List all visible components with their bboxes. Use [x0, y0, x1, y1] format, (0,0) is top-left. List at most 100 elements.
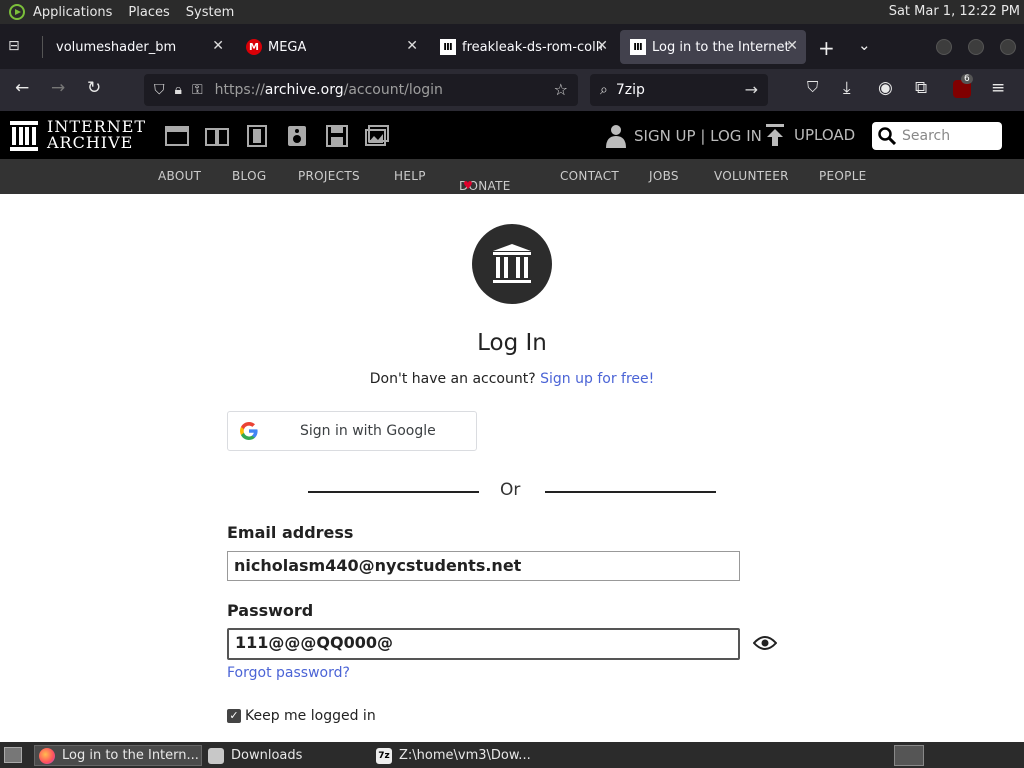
menu-applications[interactable]: Applications [33, 5, 112, 20]
firefox-icon [39, 747, 55, 764]
close-tab-icon[interactable]: ✕ [596, 38, 608, 54]
video-film-icon[interactable] [245, 125, 269, 147]
account-text[interactable]: SIGN UP | LOG IN [634, 127, 762, 145]
email-label: Email address [227, 523, 354, 542]
tab-login-internet-archive[interactable]: Ⅲ Log in to the Internet A ✕ [620, 30, 806, 64]
nav-about[interactable]: ABOUT [158, 169, 201, 183]
nav-blog[interactable]: BLOG [232, 169, 266, 183]
sign-in-with-google-button[interactable]: Sign in with Google [227, 411, 477, 451]
url-bar[interactable]: ⛉ 🔒︎ ⚿ https://archive.org/account/login… [144, 74, 578, 106]
ublock-badge: 6 [961, 74, 973, 84]
archive-favicon-icon: Ⅲ [440, 39, 456, 55]
internet-archive-logo-icon[interactable] [10, 121, 38, 151]
key-icon[interactable]: ⚿ [192, 82, 203, 98]
tab-separator [42, 36, 43, 58]
lock-icon[interactable]: 🔒︎ [175, 82, 182, 98]
system-panel: Applications Places System Sat Mar 1, 12… [0, 0, 1024, 24]
account-icon[interactable]: ◉ [878, 78, 893, 98]
tab-volumeshader[interactable]: volumeshader_bm ✕ [46, 30, 232, 64]
nav-help[interactable]: HELP [394, 169, 426, 183]
ia-logo-text[interactable]: INTERNET ARCHIVE [47, 119, 146, 151]
search-bar[interactable]: ⌕ 7zip → [590, 74, 768, 106]
tab-title: freakleak-ds-rom-colle [462, 39, 602, 55]
nav-people[interactable]: PEOPLE [819, 169, 867, 183]
show-desktop-icon[interactable] [4, 747, 22, 763]
reload-icon[interactable]: ↻ [87, 78, 101, 98]
tray-firefox-icon[interactable] [894, 745, 924, 766]
folder-icon [208, 747, 224, 764]
sign-up-free-link[interactable]: Sign up for free! [540, 371, 654, 387]
tab-title: MEGA [268, 39, 307, 55]
divider-left [308, 491, 479, 493]
tab-mega[interactable]: M MEGA ✕ [236, 30, 426, 64]
tab-title: Log in to the Internet A [652, 39, 792, 55]
ia-header: INTERNET ARCHIVE SIGN UP | LOG IN UPLOAD… [0, 111, 1024, 159]
close-tab-icon[interactable]: ✕ [786, 38, 798, 54]
ia-search-placeholder: Search [902, 128, 951, 144]
heart-icon: ♥ [463, 179, 474, 192]
archive-favicon-icon: Ⅲ [630, 39, 646, 55]
sign-up-log-in-link[interactable]: SIGN UP | LOG IN [606, 124, 762, 148]
nav-projects[interactable]: PROJECTS [298, 169, 360, 183]
upload-icon [766, 124, 784, 146]
google-button-label: Sign in with Google [300, 423, 436, 439]
nav-contact[interactable]: CONTACT [560, 169, 619, 183]
tab-overview-icon[interactable]: ⊟ [8, 38, 28, 56]
audio-speaker-icon[interactable] [285, 125, 309, 147]
bookmark-star-icon[interactable]: ☆ [554, 80, 568, 99]
or-text: Or [500, 480, 521, 500]
password-field[interactable]: 111@@@QQ000@ [227, 628, 740, 660]
taskbar-item-7zip[interactable]: 7z Z:\home\vm3\Dow... [372, 745, 540, 766]
close-tab-icon[interactable]: ✕ [406, 38, 418, 54]
close-tab-icon[interactable]: ✕ [212, 38, 224, 54]
system-logo-icon[interactable] [9, 4, 25, 20]
close-window-button[interactable] [1000, 39, 1016, 55]
nav-toolbar: ← → ↻ ⛉ 🔒︎ ⚿ https://archive.org/account… [0, 69, 1024, 111]
taskbar-item-firefox[interactable]: Log in to the Intern... [34, 745, 202, 766]
checkbox-checked-icon[interactable]: ✓ [227, 709, 241, 723]
clock[interactable]: Sat Mar 1, 12:22 PM [889, 4, 1020, 19]
list-all-tabs-icon[interactable]: ⌄ [858, 36, 871, 54]
divider-right [545, 491, 716, 493]
extensions-icon[interactable]: ⧉ [915, 78, 927, 98]
minimize-window-button[interactable] [936, 39, 952, 55]
menu-hamburger-icon[interactable]: ≡ [991, 78, 1005, 98]
mega-icon: M [246, 39, 262, 55]
show-password-eye-icon[interactable] [753, 634, 777, 652]
back-icon[interactable]: ← [15, 78, 29, 98]
google-g-icon [240, 422, 258, 440]
menu-places[interactable]: Places [128, 5, 169, 20]
downloads-icon[interactable]: ⤓ [843, 78, 851, 98]
forgot-password-link[interactable]: Forgot password? [227, 665, 350, 681]
new-tab-button[interactable]: + [818, 36, 835, 60]
search-value[interactable]: 7zip [616, 82, 645, 98]
images-icon[interactable] [365, 125, 389, 147]
tab-title: volumeshader_bm [56, 39, 177, 55]
nav-volunteer[interactable]: VOLUNTEER [714, 169, 789, 183]
upload-link[interactable]: UPLOAD [766, 124, 855, 146]
search-go-icon[interactable]: → [745, 80, 758, 99]
tab-freakleak[interactable]: Ⅲ freakleak-ds-rom-colle ✕ [430, 30, 616, 64]
url-text[interactable]: https://archive.org/account/login [215, 82, 443, 98]
menu-system[interactable]: System [186, 5, 234, 20]
ia-search-input[interactable]: Search [872, 122, 1002, 150]
login-content: Log In Don't have an account? Sign up fo… [0, 194, 1024, 742]
taskbar-item-downloads[interactable]: Downloads [204, 745, 366, 766]
software-floppy-icon[interactable] [325, 125, 349, 147]
web-archive-icon[interactable] [165, 125, 189, 147]
user-icon [606, 125, 626, 148]
upload-text[interactable]: UPLOAD [794, 126, 855, 144]
forward-icon[interactable]: → [51, 78, 65, 98]
texts-book-icon[interactable] [205, 125, 229, 147]
7zip-icon: 7z [376, 747, 392, 764]
keep-logged-in-checkbox[interactable]: ✓ Keep me logged in [227, 708, 376, 724]
nav-jobs[interactable]: JOBS [649, 169, 679, 183]
archive-building-icon [493, 244, 531, 283]
email-field[interactable]: nicholasm440@nycstudents.net [227, 551, 740, 581]
tab-bar: ⊟ volumeshader_bm ✕ M MEGA ✕ Ⅲ freakleak… [0, 24, 1024, 69]
pocket-icon[interactable]: ⛉ [807, 78, 818, 96]
maximize-window-button[interactable] [968, 39, 984, 55]
tracking-shield-icon[interactable]: ⛉ [154, 82, 165, 98]
page-title: Log In [477, 330, 547, 356]
ublock-icon[interactable]: 6 [953, 74, 973, 98]
